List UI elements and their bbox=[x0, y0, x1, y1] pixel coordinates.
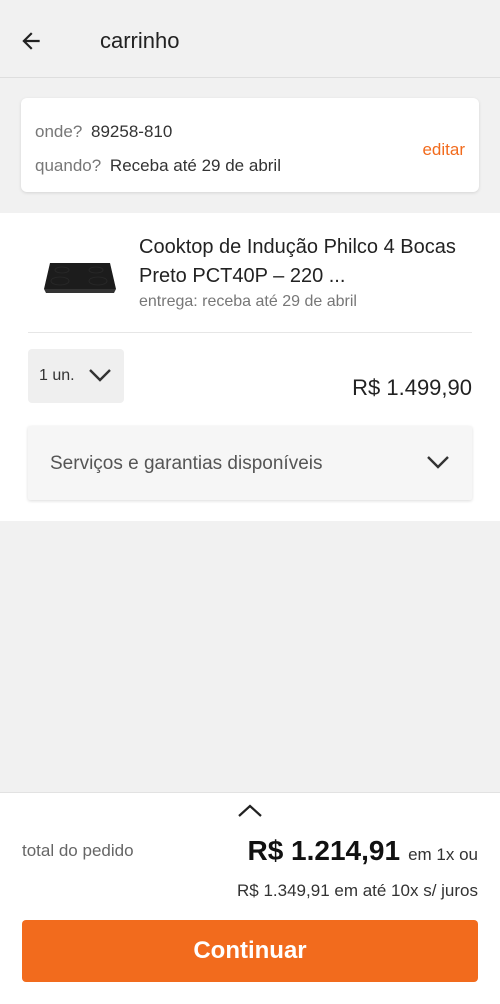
total-value: R$ 1.214,91 bbox=[247, 835, 401, 866]
delivery-when-row: quando? Receba até 29 de abril bbox=[35, 156, 281, 176]
product-delivery-text: entrega: receba até 29 de abril bbox=[139, 293, 357, 310]
total-label: total do pedido bbox=[22, 841, 134, 860]
where-label: onde? bbox=[35, 122, 83, 141]
chevron-down-icon bbox=[89, 369, 111, 382]
chevron-down-icon bbox=[427, 456, 449, 469]
app-header: carrinho bbox=[0, 0, 500, 78]
cart-item: Cooktop de Indução Philco 4 Bocas Preto … bbox=[0, 213, 500, 521]
when-label: quando? bbox=[35, 156, 102, 175]
installments-text: R$ 1.349,91 em até 10x s/ juros bbox=[237, 881, 478, 900]
total-line: R$ 1.214,91 em 1x ou bbox=[247, 835, 478, 867]
product-image[interactable] bbox=[40, 249, 118, 303]
delivery-where-row: onde? 89258-810 bbox=[35, 122, 172, 142]
cart-screen: carrinho onde? 89258-810 quando? Receba … bbox=[0, 0, 500, 1004]
order-summary-footer: total do pedido R$ 1.214,91 em 1x ou R$ … bbox=[0, 792, 500, 1004]
when-value: Receba até 29 de abril bbox=[109, 156, 281, 175]
arrow-left-icon bbox=[22, 32, 40, 50]
page-title: carrinho bbox=[100, 28, 180, 53]
back-button[interactable] bbox=[14, 24, 48, 58]
chevron-up-icon[interactable] bbox=[236, 801, 264, 821]
services-label: Serviços e garantias disponíveis bbox=[50, 453, 323, 474]
quantity-value: 1 un. bbox=[39, 367, 75, 384]
edit-delivery-link[interactable]: editar bbox=[422, 140, 465, 160]
delivery-info-card: onde? 89258-810 quando? Receba até 29 de… bbox=[21, 98, 479, 192]
services-warranties-dropdown[interactable]: Serviços e garantias disponíveis bbox=[28, 426, 472, 500]
total-suffix: em 1x ou bbox=[408, 845, 478, 864]
quantity-select[interactable]: 1 un. bbox=[28, 349, 124, 403]
product-price: R$ 1.499,90 bbox=[352, 375, 472, 400]
where-value: 89258-810 bbox=[91, 122, 173, 141]
product-name[interactable]: Cooktop de Indução Philco 4 Bocas Preto … bbox=[139, 233, 469, 291]
continue-button[interactable]: Continuar bbox=[22, 920, 478, 982]
divider bbox=[28, 332, 472, 333]
